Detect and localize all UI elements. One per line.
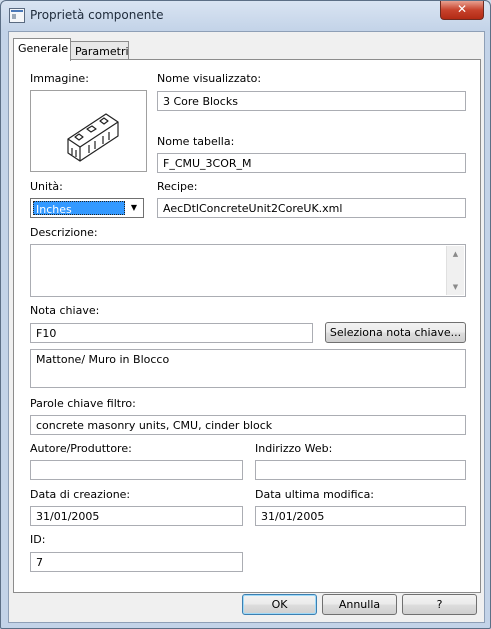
tab-generale[interactable]: Generale [13,38,71,61]
web-address-label: Indirizzo Web: [255,442,333,455]
description-scrollbar[interactable]: ▲ ▼ [446,246,464,295]
close-button[interactable]: ✕ [440,1,484,20]
keynote-field[interactable]: F10 [30,323,313,343]
display-name-label: Nome visualizzato: [157,72,262,85]
web-address-field[interactable] [255,460,466,480]
component-image [30,90,147,172]
concrete-block-icon [67,113,119,162]
dialog-icon [9,8,25,23]
dialog-window: Proprietà componente ✕ Generale Parametr… [0,0,491,629]
title-bar[interactable]: Proprietà componente ✕ [1,1,490,31]
recipe-label: Recipe: [157,180,198,193]
select-keynote-button[interactable]: Seleziona nota chiave... [325,322,466,343]
keynote-label: Nota chiave: [30,304,100,317]
description-label: Descrizione: [30,226,98,239]
id-label: ID: [30,533,46,546]
help-button[interactable]: ? [402,594,477,615]
units-label: Unità: [30,180,63,193]
close-icon: ✕ [456,2,468,16]
description-textarea[interactable]: ▲ ▼ [30,244,466,297]
author-label: Autore/Produttore: [30,442,132,455]
units-select[interactable]: Inches ▼ [30,198,144,218]
table-name-label: Nome tabella: [157,135,235,148]
filter-keywords-label: Parole chiave filtro: [30,397,136,410]
scroll-down-icon[interactable]: ▼ [447,279,464,295]
image-label: Immagine: [30,72,89,85]
created-date-label: Data di creazione: [30,488,131,501]
chevron-down-icon[interactable]: ▼ [126,200,142,216]
modified-date-field[interactable]: 31/01/2005 [255,506,466,526]
scroll-up-icon[interactable]: ▲ [447,246,464,262]
general-tab-panel: Immagine: Nome visualizzato: 3 Core Bloc… [13,59,481,593]
keynote-description-field: Mattone/ Muro in Blocco [30,349,466,388]
author-field[interactable] [30,460,243,480]
window-title: Proprietà componente [30,8,164,22]
display-name-field[interactable]: 3 Core Blocks [157,91,466,111]
table-name-field[interactable]: F_CMU_3COR_M [157,153,466,173]
id-field[interactable]: 7 [30,552,243,572]
created-date-field[interactable]: 31/01/2005 [30,506,243,526]
units-selected-value: Inches [33,201,125,216]
tab-parametri[interactable]: Parametri [70,41,129,61]
cancel-button[interactable]: Annulla [322,594,397,615]
filter-keywords-field[interactable]: concrete masonry units, CMU, cinder bloc… [30,415,466,435]
recipe-field[interactable]: AecDtlConcreteUnit2CoreUK.xml [157,198,466,218]
modified-date-label: Data ultima modifica: [255,488,375,501]
dialog-client-area: Generale Parametri Immagine: Nome visual… [8,31,485,623]
ok-button[interactable]: OK [242,594,317,615]
